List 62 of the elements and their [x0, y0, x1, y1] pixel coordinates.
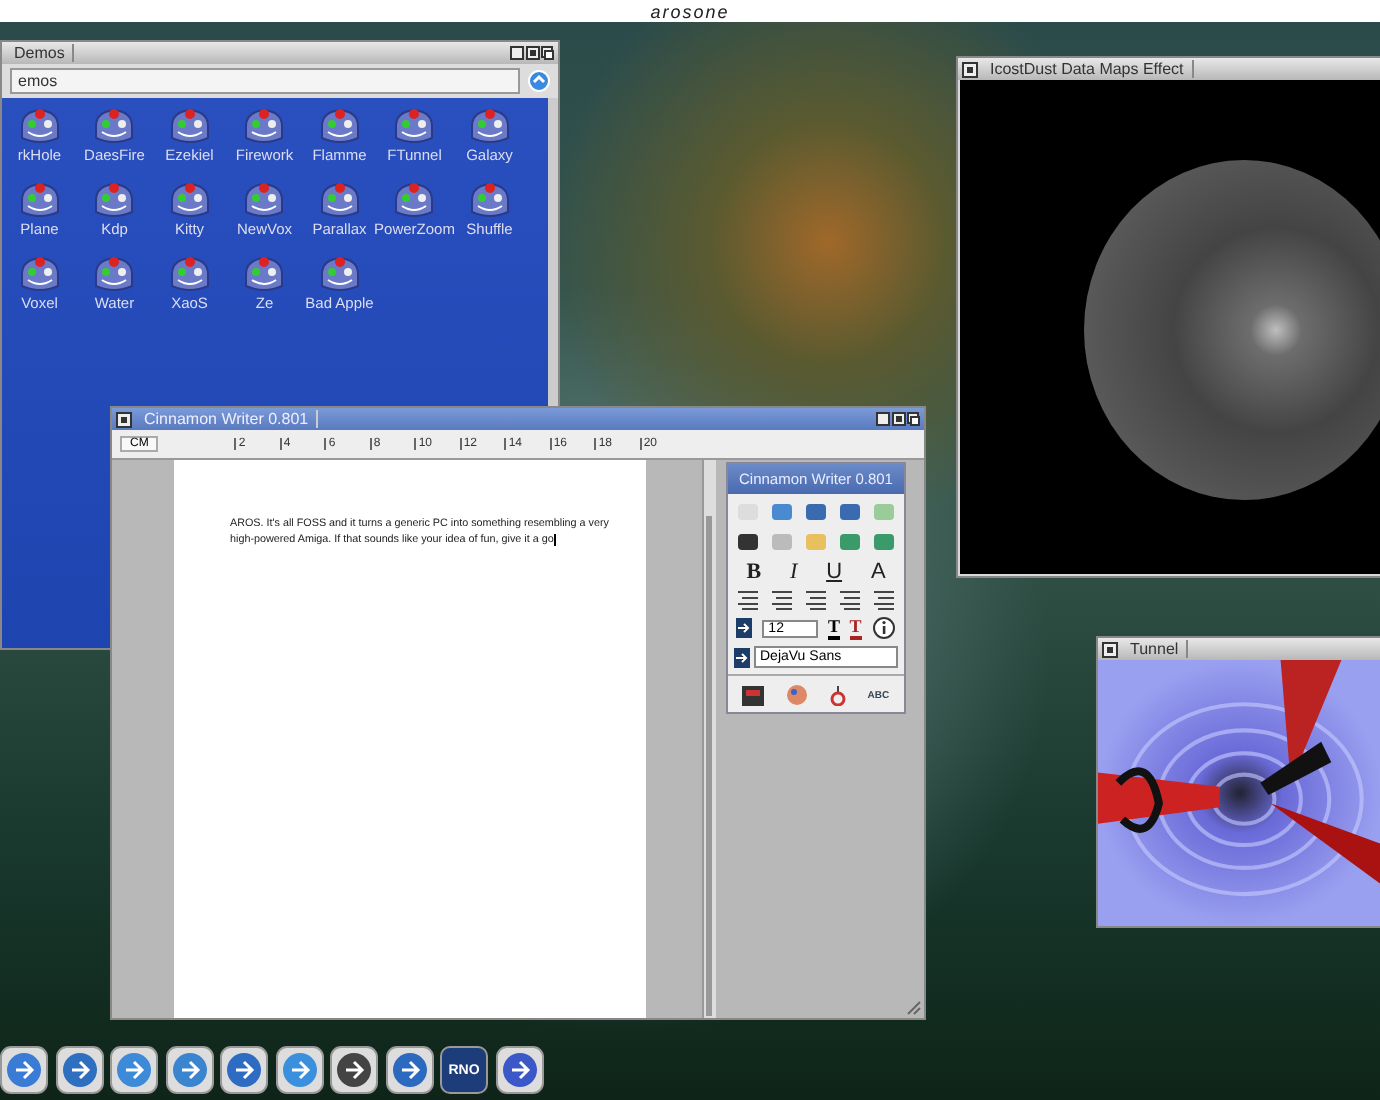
- align-icon[interactable]: [803, 590, 828, 610]
- close-icon[interactable]: [962, 61, 978, 77]
- path-field[interactable]: emos: [10, 68, 520, 94]
- program-icon[interactable]: [167, 180, 212, 220]
- program-icon[interactable]: [392, 106, 437, 146]
- window-gadgets-icon[interactable]: [876, 411, 920, 427]
- dock-icon[interactable]: [385, 1046, 433, 1094]
- program-icon[interactable]: [317, 180, 362, 220]
- text-style-button[interactable]: T: [827, 616, 840, 640]
- dock-icon[interactable]: [220, 1046, 268, 1094]
- toolbar-icon[interactable]: [742, 685, 765, 705]
- toolbar-icon[interactable]: [786, 684, 809, 706]
- close-icon[interactable]: [1102, 641, 1118, 657]
- window-title: Tunnel: [1122, 640, 1189, 658]
- dock-icon[interactable]: [55, 1046, 103, 1094]
- window-title: Cinnamon Writer 0.801: [136, 410, 319, 428]
- dock-icon[interactable]: [330, 1046, 378, 1094]
- program-icon[interactable]: [467, 180, 512, 220]
- format-button[interactable]: U: [826, 560, 843, 584]
- text-style-button[interactable]: T: [849, 616, 862, 640]
- logo: arosone: [650, 1, 730, 21]
- program-icon[interactable]: [17, 106, 62, 146]
- program-icon[interactable]: [242, 254, 287, 294]
- dock-icon[interactable]: [495, 1046, 543, 1094]
- arrow-icon: [734, 647, 750, 667]
- format-button[interactable]: A: [870, 560, 886, 584]
- toolbar-icon[interactable]: [837, 500, 862, 524]
- format-button[interactable]: I: [789, 560, 798, 584]
- program-icon[interactable]: [92, 106, 137, 146]
- program-icon[interactable]: [167, 106, 212, 146]
- program-icon[interactable]: [467, 106, 512, 146]
- program-icon[interactable]: [242, 106, 287, 146]
- align-icon[interactable]: [871, 590, 896, 610]
- program-icon[interactable]: [242, 180, 287, 220]
- toolbar-icon[interactable]: [736, 530, 761, 554]
- close-icon[interactable]: [116, 411, 132, 427]
- program-icon[interactable]: [92, 180, 137, 220]
- dock-icon[interactable]: [110, 1046, 158, 1094]
- program-icon[interactable]: [317, 254, 362, 294]
- program-icon[interactable]: [392, 180, 437, 220]
- window-title: IcostDust Data Maps Effect: [982, 60, 1194, 78]
- parent-icon[interactable]: [528, 70, 550, 92]
- program-icon[interactable]: [317, 106, 362, 146]
- dock-icon[interactable]: [275, 1046, 323, 1094]
- align-icon[interactable]: [770, 590, 795, 610]
- program-icon[interactable]: [17, 180, 62, 220]
- toolbar-icon[interactable]: [829, 684, 846, 706]
- resize-icon[interactable]: [906, 1000, 922, 1016]
- format-button[interactable]: B: [746, 560, 762, 584]
- dock-icon[interactable]: [165, 1046, 213, 1094]
- window-gadgets-icon[interactable]: [510, 45, 554, 61]
- align-icon[interactable]: [736, 590, 761, 610]
- scrollbar[interactable]: [702, 460, 716, 1018]
- info-icon[interactable]: [871, 616, 896, 640]
- program-icon[interactable]: [17, 254, 62, 294]
- align-icon[interactable]: [837, 590, 862, 610]
- window-title: Demos: [6, 44, 75, 62]
- program-icon[interactable]: [92, 254, 137, 294]
- arrow-icon: [736, 618, 753, 638]
- program-icon[interactable]: [167, 254, 212, 294]
- dock-icon[interactable]: [0, 1046, 48, 1094]
- toolbar-icon[interactable]: [803, 500, 828, 524]
